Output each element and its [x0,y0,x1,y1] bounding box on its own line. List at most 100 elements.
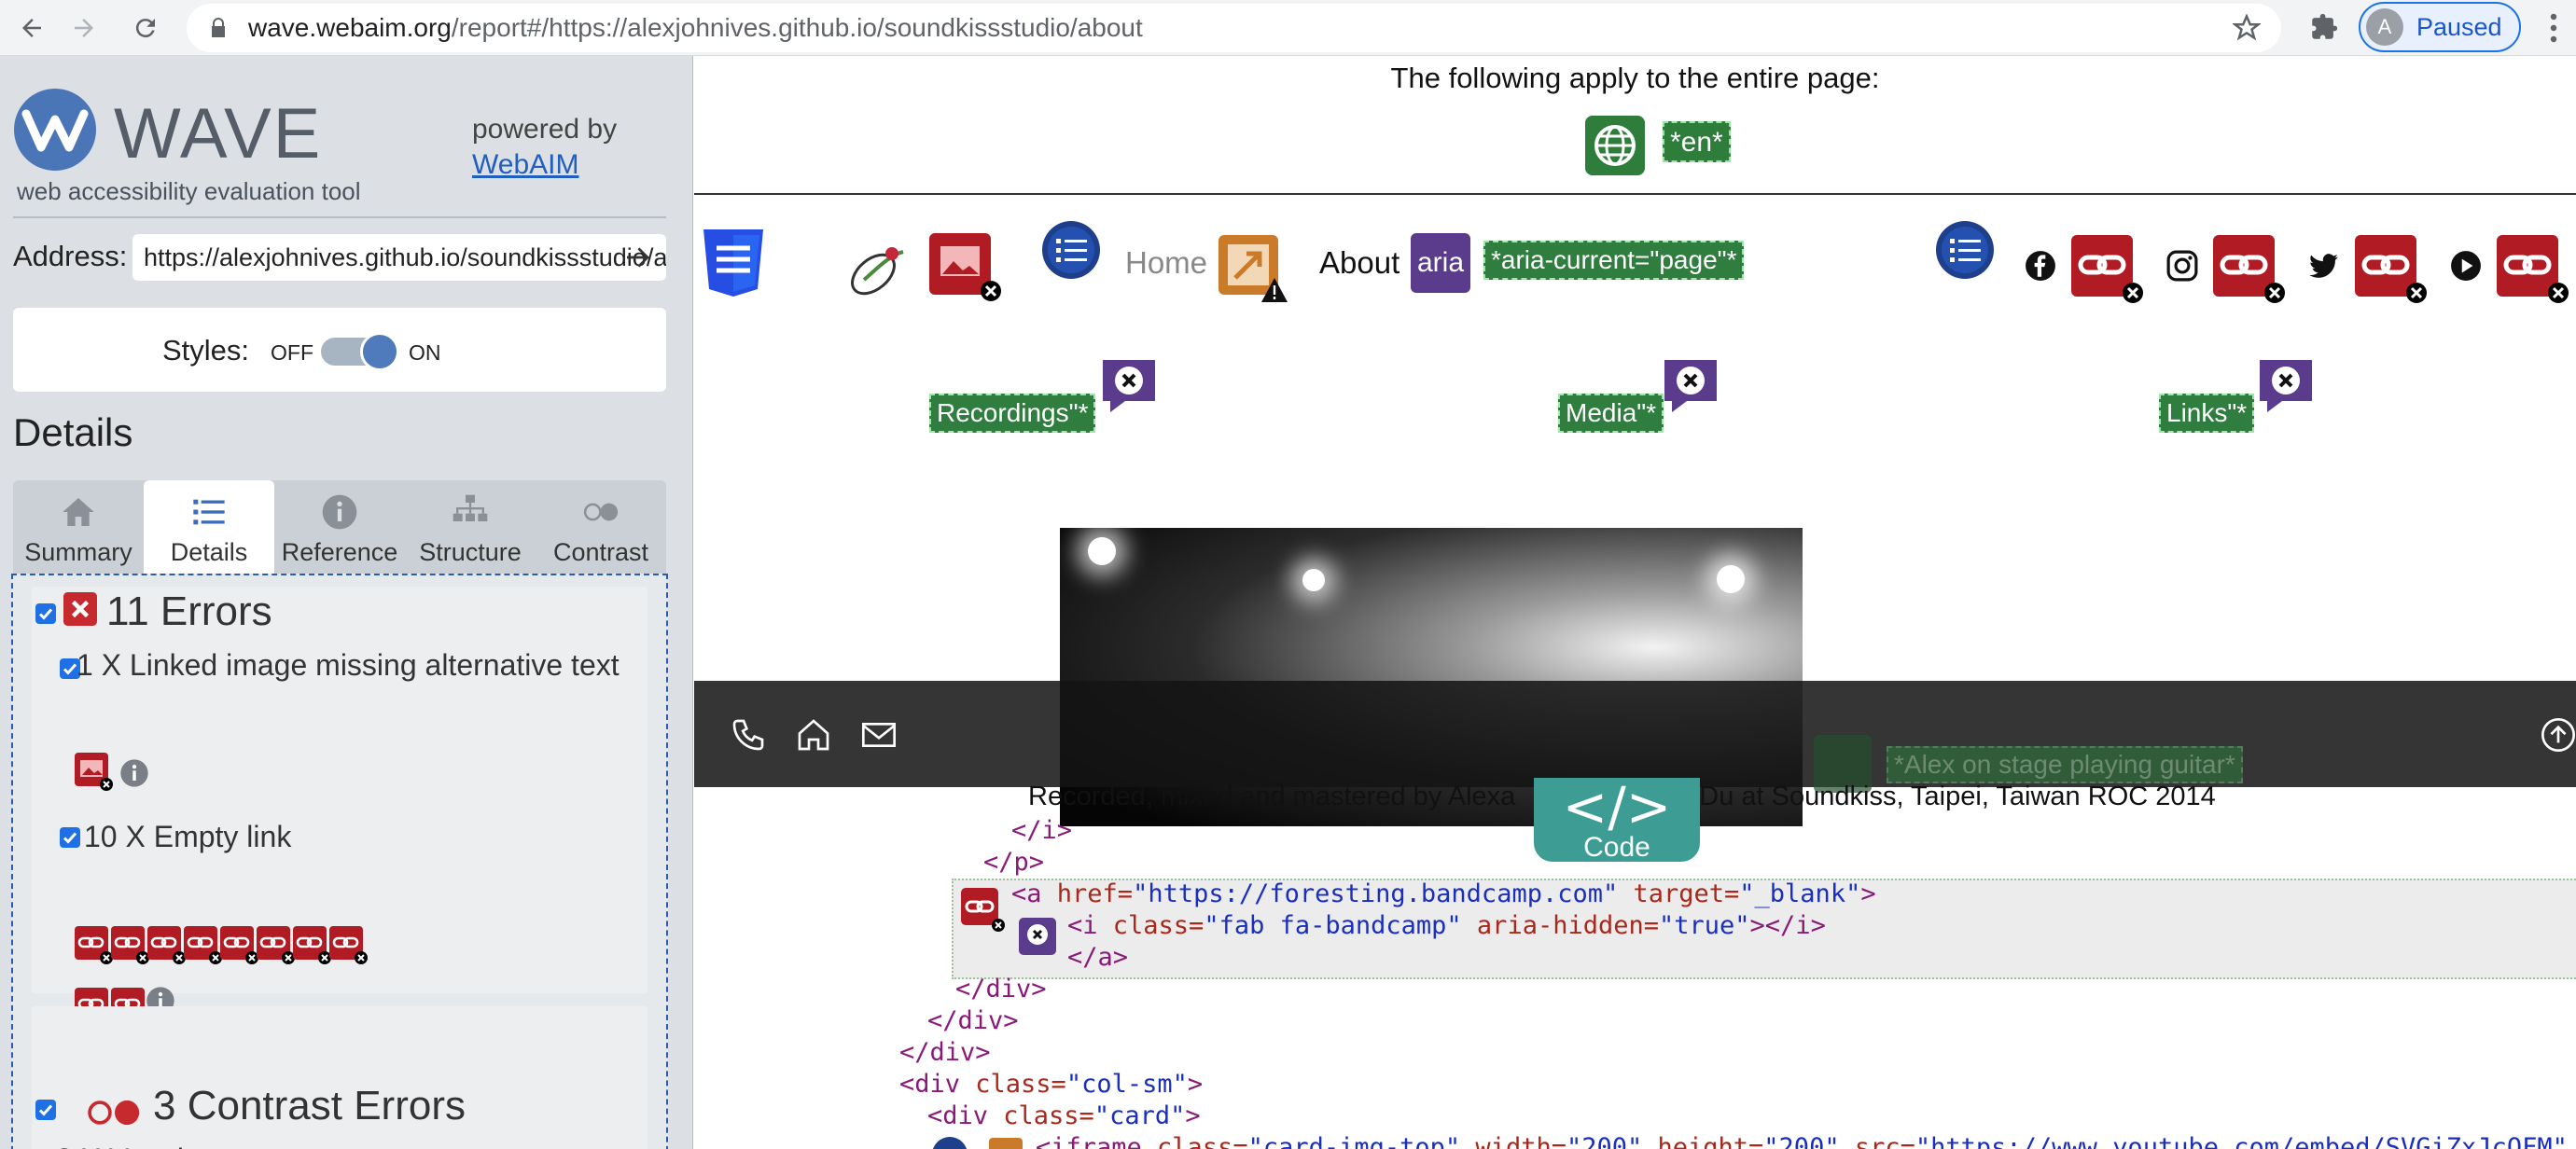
browser-menu-icon[interactable] [2540,9,2568,47]
webaim-link[interactable]: WebAIM [472,149,578,181]
tab-label: Contrast [552,538,649,566]
sidebar-divider [13,216,666,218]
url-text: wave.webaim.org/report#/https://alexjohn… [248,13,1143,43]
tab-structure[interactable]: Structure [405,480,536,574]
code-line: </div> [899,1038,991,1067]
facebook-icon[interactable] [2025,250,2056,282]
tab-details[interactable]: Details [144,480,274,574]
empty-link-icon[interactable] [2495,233,2569,304]
aria-current-tag: *aria-current="page"* [1483,241,1745,280]
scroll-top-icon[interactable] [2540,716,2576,754]
twitter-icon[interactable] [2308,250,2340,282]
empty-link-icon[interactable] [2353,233,2428,304]
profile-button[interactable]: A Paused [2359,2,2521,52]
back-arrow-icon [22,19,41,37]
empty-link-icon[interactable] [2069,233,2144,304]
bookmark-star-icon[interactable] [2233,14,2261,42]
empty-link-icon[interactable] [109,924,150,965]
empty-link-icon[interactable] [182,924,223,965]
aria-error-icon[interactable] [2254,354,2318,418]
error-x-icon [63,592,97,626]
extensions-puzzle-icon[interactable] [2308,11,2340,43]
empty-link-icon[interactable] [2211,233,2286,304]
redundant-link-alert-icon[interactable] [1217,233,1289,306]
code-token: aria-hidden= [1461,911,1659,940]
code-token: "card" [1093,1101,1186,1130]
info-icon[interactable] [119,758,149,788]
tab-reference[interactable]: Reference [274,480,405,574]
forward-button[interactable] [63,7,104,48]
code-token: <i [1067,911,1113,940]
code-token: "_blank" [1739,879,1861,908]
code-token: "true" [1659,911,1750,940]
code-line-col: <div class="col-sm"> [899,1069,1203,1101]
aria-badge-icon[interactable]: aria [1411,233,1470,293]
empty-link-icon[interactable] [146,924,187,965]
address-bar[interactable]: wave.webaim.org/report#/https://alexjohn… [187,4,2281,52]
code-token: > [1860,879,1876,908]
back-button[interactable] [11,7,52,48]
empty-link-icon[interactable] [291,924,332,965]
nav-link-about[interactable]: About [1319,245,1399,281]
instagram-icon[interactable] [2166,250,2198,282]
aria-error-icon[interactable] [1659,354,1722,418]
image-alt-tag: *Alex on stage playing guitar* [1887,746,2243,783]
empty-link-icon[interactable] [255,924,296,965]
contrast-checkbox[interactable] [35,1100,56,1120]
aria-hidden-icon[interactable] [1017,916,1058,957]
entire-page-note: The following apply to the entire page: [1390,62,1880,94]
nav-link-home[interactable]: Home [1125,245,1207,281]
home-icon[interactable] [795,716,832,754]
styles-label: Styles: [162,334,250,367]
tab-recordings-label[interactable]: Recordings"* [929,394,1096,433]
code-token: class= [1112,911,1204,940]
tab-contrast[interactable]: Contrast [536,480,666,574]
linked-image-missing-alt-icon[interactable] [73,751,114,792]
stage-light [1088,537,1116,565]
empty-link-icon[interactable] [327,924,369,965]
powered-by-label: powered by [472,114,618,145]
structure-icon [453,494,488,521]
code-token: <div [899,1070,976,1099]
empty-link-icon[interactable] [218,924,259,965]
empty-link-icon[interactable] [73,924,114,965]
code-token: "https://www.youtube.com/embed/SVGiZxJcO… [1915,1133,2568,1149]
unordered-list-icon[interactable] [1041,220,1101,280]
error-item-empty-link: 10 X Empty link [84,820,292,853]
tab-media-label[interactable]: Media"* [1558,394,1664,433]
contrast-errors-icon [88,1100,140,1126]
tab-links-label[interactable]: Links"* [2159,394,2255,433]
errors-checkbox[interactable] [35,603,56,624]
aria-error-icon[interactable] [1097,354,1161,418]
reload-button[interactable] [125,7,166,48]
tab-summary[interactable]: Summary [13,480,144,574]
css-badge-icon[interactable] [700,228,767,298]
go-arrow-icon[interactable] [623,242,653,272]
checkmark-icon [38,608,53,620]
wave-logo-text: WAVE [114,94,323,173]
empty-link-checkbox[interactable] [60,827,80,848]
phone-icon[interactable] [730,716,767,754]
code-token: "col-sm" [1065,1070,1188,1099]
code-token: <iframe [1036,1133,1158,1149]
code-token: "card-img-top" [1247,1133,1461,1149]
empty-link-icon[interactable] [959,886,1006,933]
mail-icon[interactable] [860,716,898,754]
error-item-linked-image-alt: 1 X Linked image missing alternative tex… [77,648,620,682]
youtube-icon[interactable] [2450,250,2482,282]
tab-label: Reference [281,538,398,566]
address-input[interactable]: https://alexjohnives.github.io/soundkiss… [132,234,666,281]
code-token: class= [975,1070,1066,1099]
styles-off-label: OFF [271,340,313,365]
structure-icon[interactable] [931,1136,968,1149]
code-panel-toggle[interactable]: </> Code [1534,778,1700,862]
alert-icon[interactable] [987,1136,1024,1149]
language-globe-icon[interactable] [1585,116,1645,175]
code-symbol: </> [1562,775,1672,838]
unordered-list-icon[interactable] [1935,220,1995,280]
linked-image-missing-alt-icon[interactable] [927,231,1002,302]
list-icon [193,499,225,525]
code-line: </div> [955,975,1047,1004]
styles-toggle-knob[interactable] [360,332,399,371]
checkmark-icon [63,832,77,844]
